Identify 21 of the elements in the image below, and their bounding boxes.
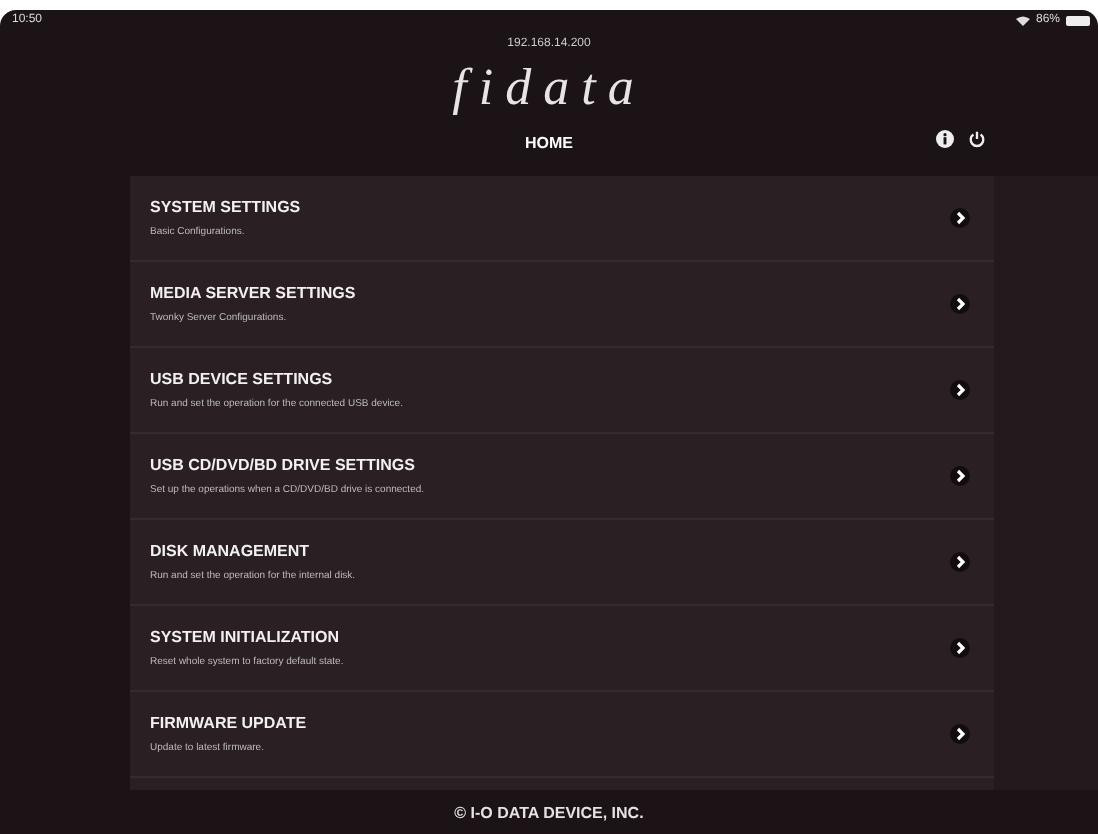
chevron-icon xyxy=(950,638,970,658)
menu-title: MEDIA SERVER SETTINGS xyxy=(150,284,356,302)
menu-title: SYSTEM SETTINGS xyxy=(150,198,301,216)
chevron-icon xyxy=(950,466,970,486)
chevron-icon xyxy=(950,208,970,228)
menu-title: USB CD/DVD/BD DRIVE SETTINGS xyxy=(150,456,417,474)
info-icon[interactable] xyxy=(936,130,954,148)
chevron-icon xyxy=(950,552,970,572)
menu-title: FIRMWARE UPDATE xyxy=(150,714,307,732)
battery-icon xyxy=(1066,15,1090,25)
menu-title: SYSTEM INITIALIZATION xyxy=(150,628,342,646)
chevron-icon xyxy=(950,724,970,744)
copyright: © I-O DATA DEVICE, INC. xyxy=(454,803,644,821)
chevron-icon xyxy=(950,380,970,400)
menu-title: DISK MANAGEMENT xyxy=(150,542,312,560)
page-title: HOME xyxy=(525,133,573,151)
wifi-icon xyxy=(1015,15,1030,25)
menu-title: USB DEVICE SETTINGS xyxy=(150,370,335,388)
logo: fidata xyxy=(452,58,646,118)
chevron-icon xyxy=(950,294,970,314)
power-icon[interactable] xyxy=(968,130,986,148)
